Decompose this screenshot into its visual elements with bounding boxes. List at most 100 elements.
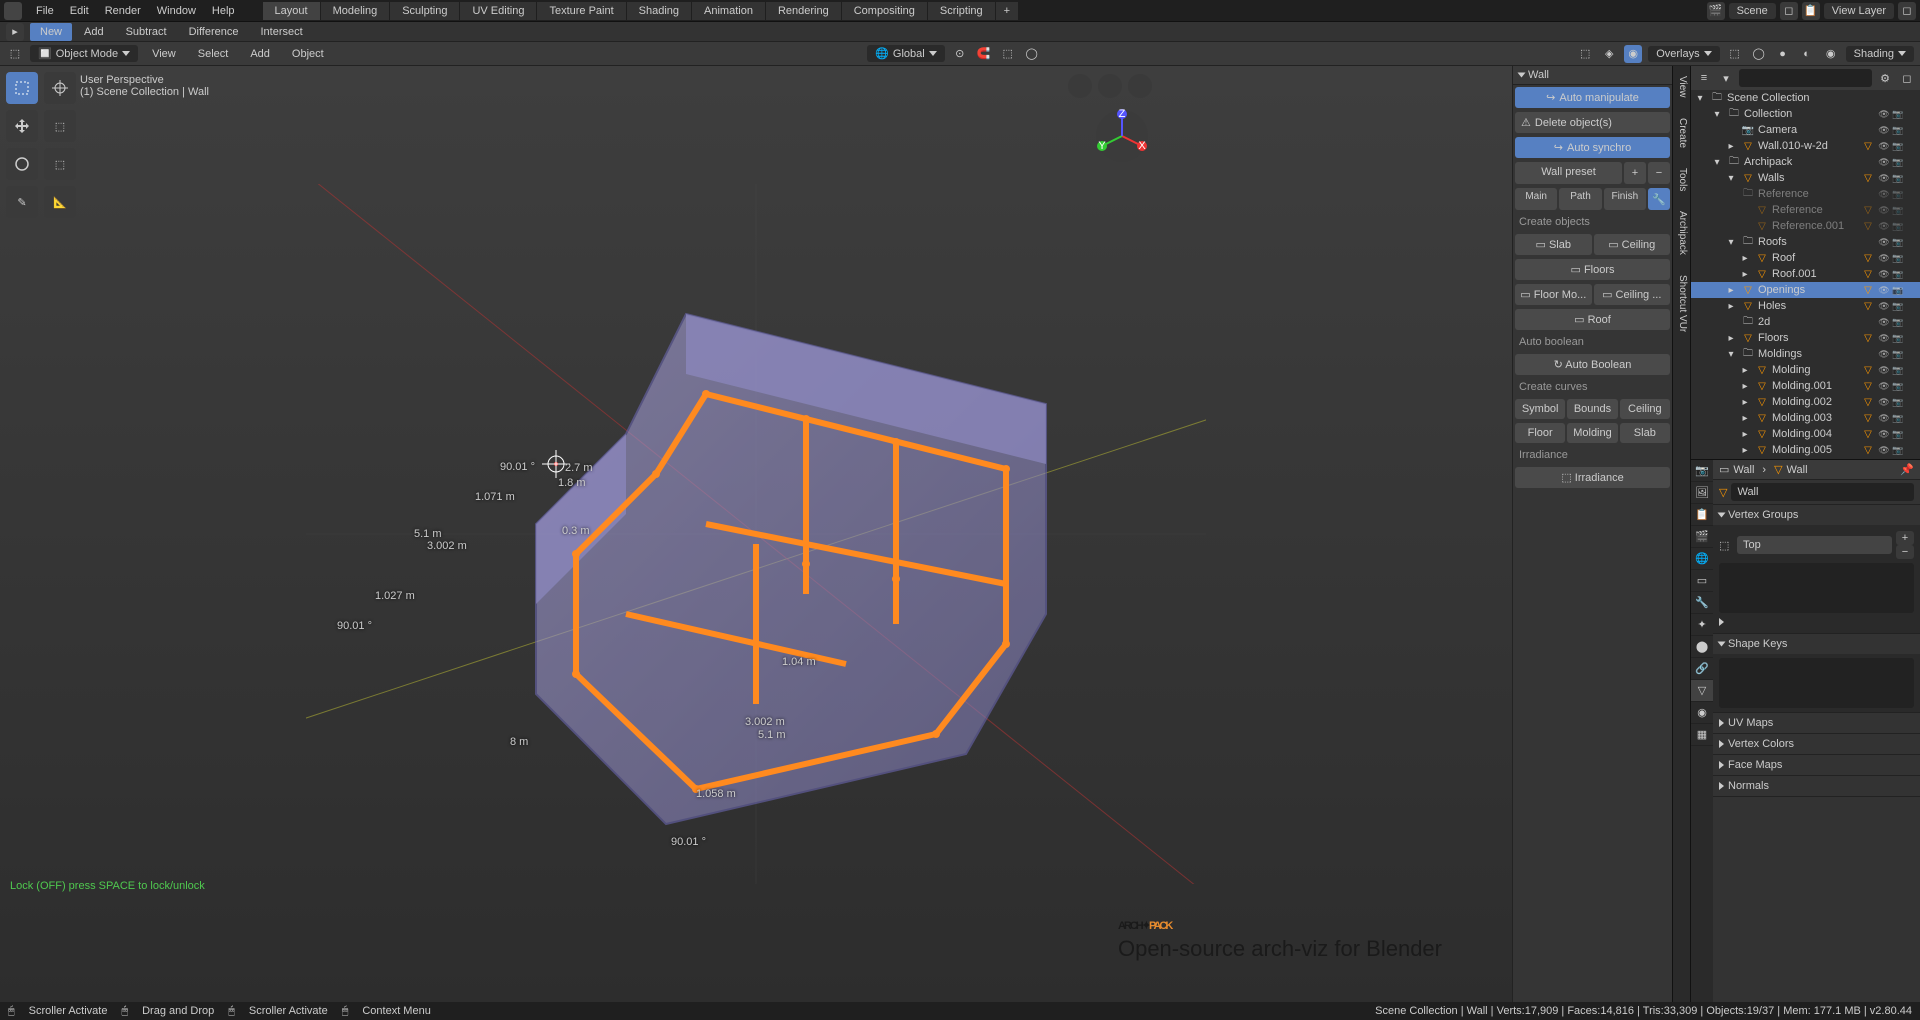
- outliner-item[interactable]: ▸▽Roof▽👁📷: [1691, 250, 1920, 266]
- vtab-tools[interactable]: Tools: [1673, 158, 1690, 201]
- wall-preset-button[interactable]: Wall preset: [1515, 162, 1622, 184]
- workspace-texpaint[interactable]: Texture Paint: [537, 2, 625, 20]
- lock-icon[interactable]: [1906, 172, 1918, 184]
- ptab-constraint-icon[interactable]: 🔗: [1691, 658, 1713, 680]
- outliner-item[interactable]: ▾🗀Roofs👁📷: [1691, 234, 1920, 250]
- gizmo-icon[interactable]: ⬚: [1576, 45, 1594, 63]
- vtab-shortcut[interactable]: Shortcut VUr: [1673, 265, 1690, 342]
- outliner-item[interactable]: ▸▽Molding.004▽👁📷: [1691, 426, 1920, 442]
- shade-wire-icon[interactable]: ◯: [1750, 45, 1768, 63]
- measure-tool-icon[interactable]: 📐: [44, 186, 76, 218]
- viewlayer-icon[interactable]: 📋: [1802, 2, 1820, 20]
- lock-icon[interactable]: [1906, 236, 1918, 248]
- ptab-render-icon[interactable]: 📷: [1691, 460, 1713, 482]
- transform-tool-icon[interactable]: ⬚: [44, 110, 76, 142]
- hdr-object[interactable]: Object: [284, 46, 332, 62]
- render-icon[interactable]: 📷: [1892, 316, 1904, 328]
- visibility-icon[interactable]: 👁: [1878, 428, 1890, 440]
- visibility-icon[interactable]: 👁: [1878, 140, 1890, 152]
- hdr-add[interactable]: Add: [242, 46, 278, 62]
- overlay-toggle-icon[interactable]: ◉: [1624, 45, 1642, 63]
- ptab-particles-icon[interactable]: ✦: [1691, 614, 1713, 636]
- outliner-item[interactable]: ▾🗀Archipack👁📷: [1691, 154, 1920, 170]
- gizmo-icon2[interactable]: ◈: [1600, 45, 1618, 63]
- ptab-material-icon[interactable]: ◉: [1691, 702, 1713, 724]
- pivot-icon[interactable]: ⊙: [951, 45, 969, 63]
- render-icon[interactable]: 📷: [1892, 140, 1904, 152]
- viewlayer-new-icon[interactable]: ◻: [1898, 2, 1916, 20]
- overlays-dropdown[interactable]: Overlays: [1648, 46, 1719, 62]
- proportional-icon[interactable]: ◯: [1023, 45, 1041, 63]
- curve-bounds-button[interactable]: Bounds: [1567, 399, 1617, 419]
- xray-icon[interactable]: ⬚: [1726, 45, 1744, 63]
- lock-icon[interactable]: [1906, 220, 1918, 232]
- render-icon[interactable]: 📷: [1892, 124, 1904, 136]
- render-icon[interactable]: 📷: [1892, 236, 1904, 248]
- render-icon[interactable]: 📷: [1892, 156, 1904, 168]
- visibility-icon[interactable]: 👁: [1878, 348, 1890, 360]
- outliner-item[interactable]: ▸▽Molding.003▽👁📷: [1691, 410, 1920, 426]
- visibility-icon[interactable]: 👁: [1878, 108, 1890, 120]
- lock-icon[interactable]: [1906, 108, 1918, 120]
- outliner-item[interactable]: ▾▽Walls▽👁📷: [1691, 170, 1920, 186]
- workspace-scripting[interactable]: Scripting: [928, 2, 995, 20]
- outliner-item[interactable]: ▸▽Holes▽👁📷: [1691, 298, 1920, 314]
- hdr-select[interactable]: Select: [190, 46, 237, 62]
- outliner-display-icon[interactable]: ▾: [1717, 69, 1735, 87]
- mesh-name-field[interactable]: [1731, 483, 1914, 501]
- visibility-icon[interactable]: 👁: [1878, 156, 1890, 168]
- delete-objects-button[interactable]: ⚠Delete object(s): [1515, 112, 1670, 133]
- lock-icon[interactable]: [1906, 444, 1918, 456]
- outliner-search[interactable]: [1739, 69, 1872, 87]
- workspace-compositing[interactable]: Compositing: [842, 2, 927, 20]
- visibility-icon[interactable]: 👁: [1878, 188, 1890, 200]
- curve-molding-button[interactable]: Molding: [1567, 423, 1617, 443]
- render-icon[interactable]: 📷: [1892, 380, 1904, 392]
- ptab-physics-icon[interactable]: ⬤: [1691, 636, 1713, 658]
- menu-file[interactable]: File: [28, 2, 62, 20]
- camera-view-icon[interactable]: [1068, 74, 1092, 98]
- irradiance-button[interactable]: ⬚ Irradiance: [1515, 467, 1670, 488]
- workspace-rendering[interactable]: Rendering: [766, 2, 841, 20]
- workspace-add[interactable]: +: [996, 2, 1018, 20]
- render-icon[interactable]: 📷: [1892, 396, 1904, 408]
- pan-gizmo-icon[interactable]: [1098, 74, 1122, 98]
- lock-icon[interactable]: [1906, 284, 1918, 296]
- curve-floor-button[interactable]: Floor: [1515, 423, 1565, 443]
- lock-icon[interactable]: [1906, 156, 1918, 168]
- annotate-tool-icon[interactable]: ✎: [6, 186, 38, 218]
- render-icon[interactable]: 📷: [1892, 108, 1904, 120]
- auto-synchro-button[interactable]: ↪Auto synchro: [1515, 137, 1670, 158]
- lock-icon[interactable]: [1906, 140, 1918, 152]
- pin-icon[interactable]: 📌: [1900, 463, 1914, 476]
- panel-shape-keys[interactable]: Shape Keys: [1713, 634, 1920, 654]
- vtab-archipack[interactable]: Archipack: [1673, 201, 1690, 265]
- outliner-item[interactable]: 🗀Reference👁📷: [1691, 186, 1920, 202]
- outliner[interactable]: ▾🗀Scene Collection ▾🗀Collection👁📷📷Camera…: [1691, 90, 1920, 460]
- cursor-tool-icon[interactable]: ▸: [6, 23, 24, 41]
- render-icon[interactable]: 📷: [1892, 204, 1904, 216]
- visibility-icon[interactable]: 👁: [1878, 316, 1890, 328]
- lock-icon[interactable]: [1906, 332, 1918, 344]
- render-icon[interactable]: 📷: [1892, 332, 1904, 344]
- lock-icon[interactable]: [1906, 428, 1918, 440]
- create-floormo-button[interactable]: ▭ Floor Mo...: [1515, 284, 1592, 305]
- outliner-item[interactable]: ▾🗀Collection👁📷: [1691, 106, 1920, 122]
- workspace-sculpting[interactable]: Sculpting: [390, 2, 459, 20]
- snap-toggle-icon[interactable]: 🧲: [975, 45, 993, 63]
- outliner-item[interactable]: ▸▽Floors▽👁📷: [1691, 330, 1920, 346]
- mode-dropdown[interactable]: 🔲 Object Mode: [30, 45, 138, 62]
- panel-face-maps[interactable]: Face Maps: [1713, 755, 1920, 775]
- outliner-item[interactable]: ▸▽Wall.010-w-2d▽👁📷: [1691, 138, 1920, 154]
- render-icon[interactable]: 📷: [1892, 268, 1904, 280]
- create-slab-button[interactable]: ▭ Slab: [1515, 234, 1592, 255]
- panel-vertex-groups[interactable]: Vertex Groups: [1713, 505, 1920, 525]
- lock-icon[interactable]: [1906, 188, 1918, 200]
- outliner-item[interactable]: ▽Reference.001▽👁📷: [1691, 218, 1920, 234]
- bool-subtract-button[interactable]: Subtract: [116, 23, 177, 41]
- ptab-scene-icon[interactable]: 🎬: [1691, 526, 1713, 548]
- visibility-icon[interactable]: 👁: [1878, 204, 1890, 216]
- bool-add-button[interactable]: Add: [74, 23, 114, 41]
- preset-remove-icon[interactable]: −: [1648, 162, 1670, 184]
- ptab-texture-icon[interactable]: ▦: [1691, 724, 1713, 746]
